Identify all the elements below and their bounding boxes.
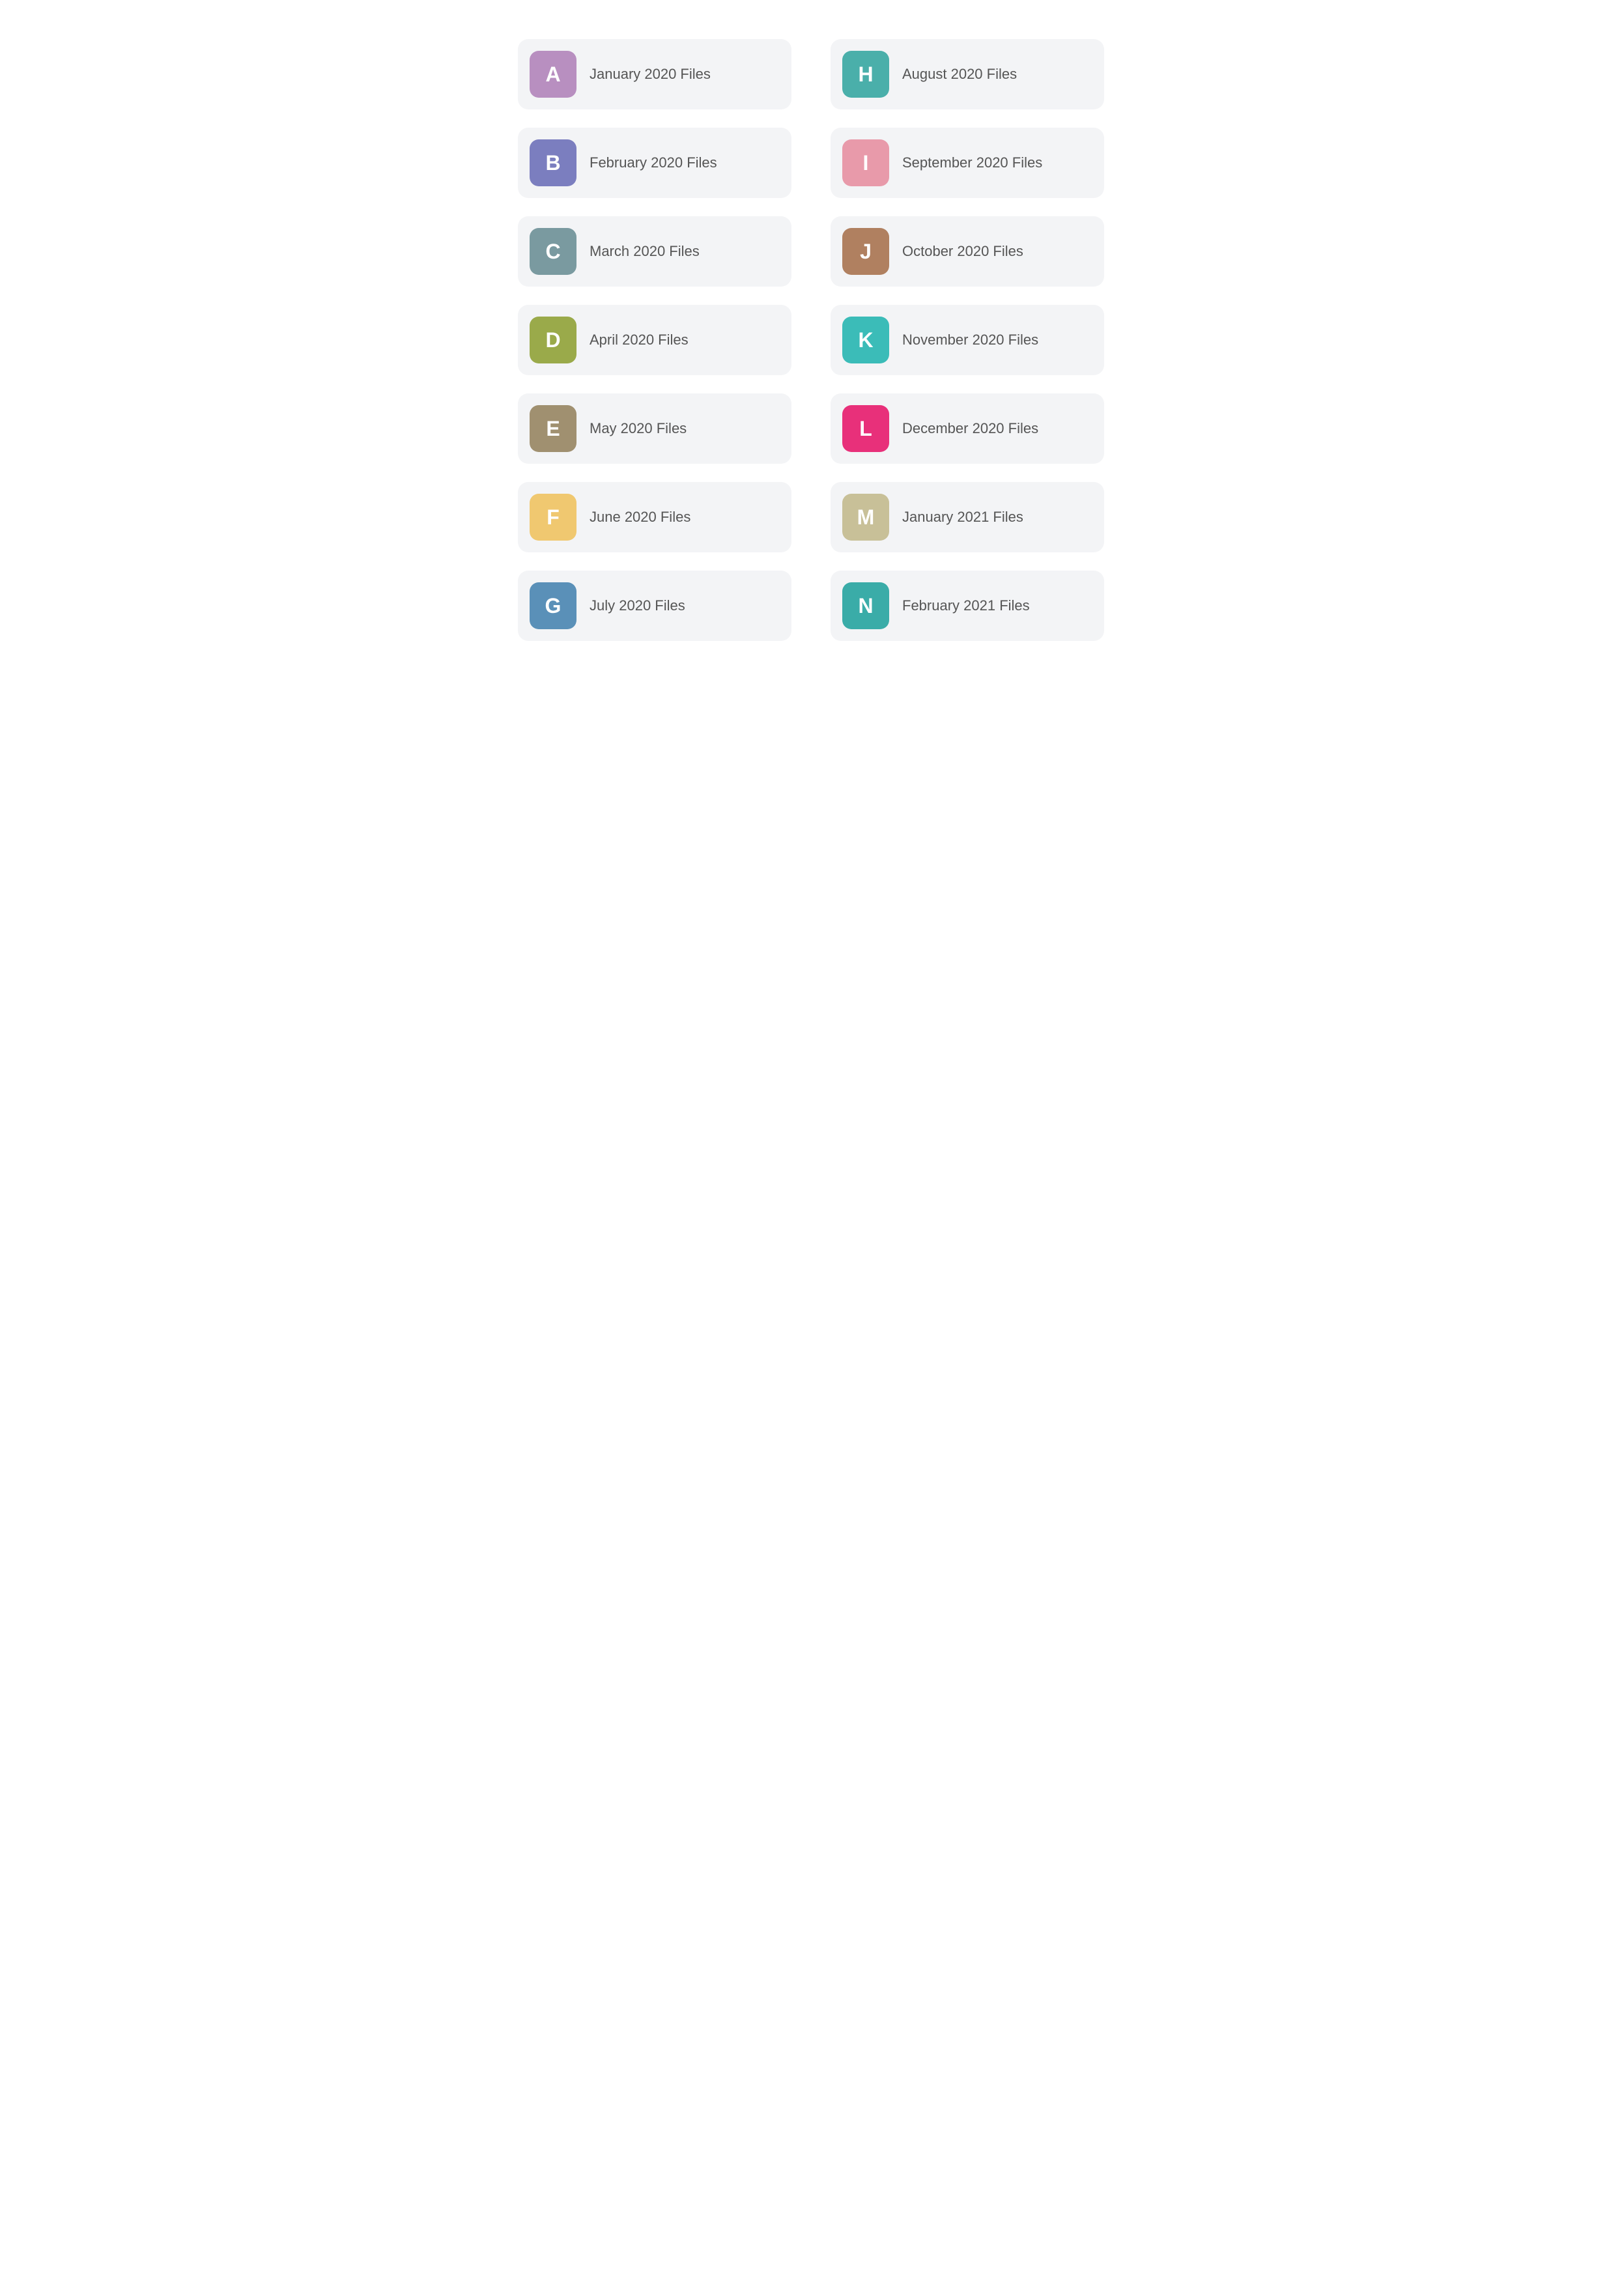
folder-label-c: March 2020 Files <box>590 243 700 260</box>
folder-label-l: December 2020 Files <box>902 420 1038 437</box>
folder-label-g: July 2020 Files <box>590 597 685 614</box>
folder-item-m[interactable]: M January 2021 Files <box>831 482 1104 552</box>
folder-icon-m: M <box>842 494 889 541</box>
folder-icon-b: B <box>530 139 576 186</box>
folder-icon-a: A <box>530 51 576 98</box>
folder-label-k: November 2020 Files <box>902 332 1038 348</box>
folder-grid: A January 2020 Files H August 2020 Files B Fe… <box>518 39 1104 641</box>
folder-icon-e: E <box>530 405 576 452</box>
folder-icon-f: F <box>530 494 576 541</box>
folder-item-h[interactable]: H August 2020 Files <box>831 39 1104 109</box>
folder-icon-h: H <box>842 51 889 98</box>
folder-item-g[interactable]: G July 2020 Files <box>518 571 791 641</box>
folder-item-f[interactable]: F June 2020 Files <box>518 482 791 552</box>
folder-item-c[interactable]: C March 2020 Files <box>518 216 791 287</box>
folder-label-i: September 2020 Files <box>902 154 1042 171</box>
folder-item-j[interactable]: J October 2020 Files <box>831 216 1104 287</box>
folder-label-a: January 2020 Files <box>590 66 711 83</box>
folder-label-h: August 2020 Files <box>902 66 1017 83</box>
folder-item-i[interactable]: I September 2020 Files <box>831 128 1104 198</box>
folder-item-n[interactable]: N February 2021 Files <box>831 571 1104 641</box>
folder-label-m: January 2021 Files <box>902 509 1023 526</box>
folder-icon-c: C <box>530 228 576 275</box>
folder-label-b: February 2020 Files <box>590 154 717 171</box>
folder-icon-d: D <box>530 317 576 363</box>
folder-item-l[interactable]: L December 2020 Files <box>831 393 1104 464</box>
folder-label-j: October 2020 Files <box>902 243 1023 260</box>
folder-label-e: May 2020 Files <box>590 420 687 437</box>
folder-label-n: February 2021 Files <box>902 597 1030 614</box>
folder-label-d: April 2020 Files <box>590 332 689 348</box>
folder-item-d[interactable]: D April 2020 Files <box>518 305 791 375</box>
folder-icon-n: N <box>842 582 889 629</box>
folder-icon-i: I <box>842 139 889 186</box>
folder-icon-k: K <box>842 317 889 363</box>
folder-item-a[interactable]: A January 2020 Files <box>518 39 791 109</box>
folder-item-e[interactable]: E May 2020 Files <box>518 393 791 464</box>
folder-icon-l: L <box>842 405 889 452</box>
folder-item-k[interactable]: K November 2020 Files <box>831 305 1104 375</box>
folder-icon-j: J <box>842 228 889 275</box>
folder-label-f: June 2020 Files <box>590 509 690 526</box>
folder-item-b[interactable]: B February 2020 Files <box>518 128 791 198</box>
folder-icon-g: G <box>530 582 576 629</box>
